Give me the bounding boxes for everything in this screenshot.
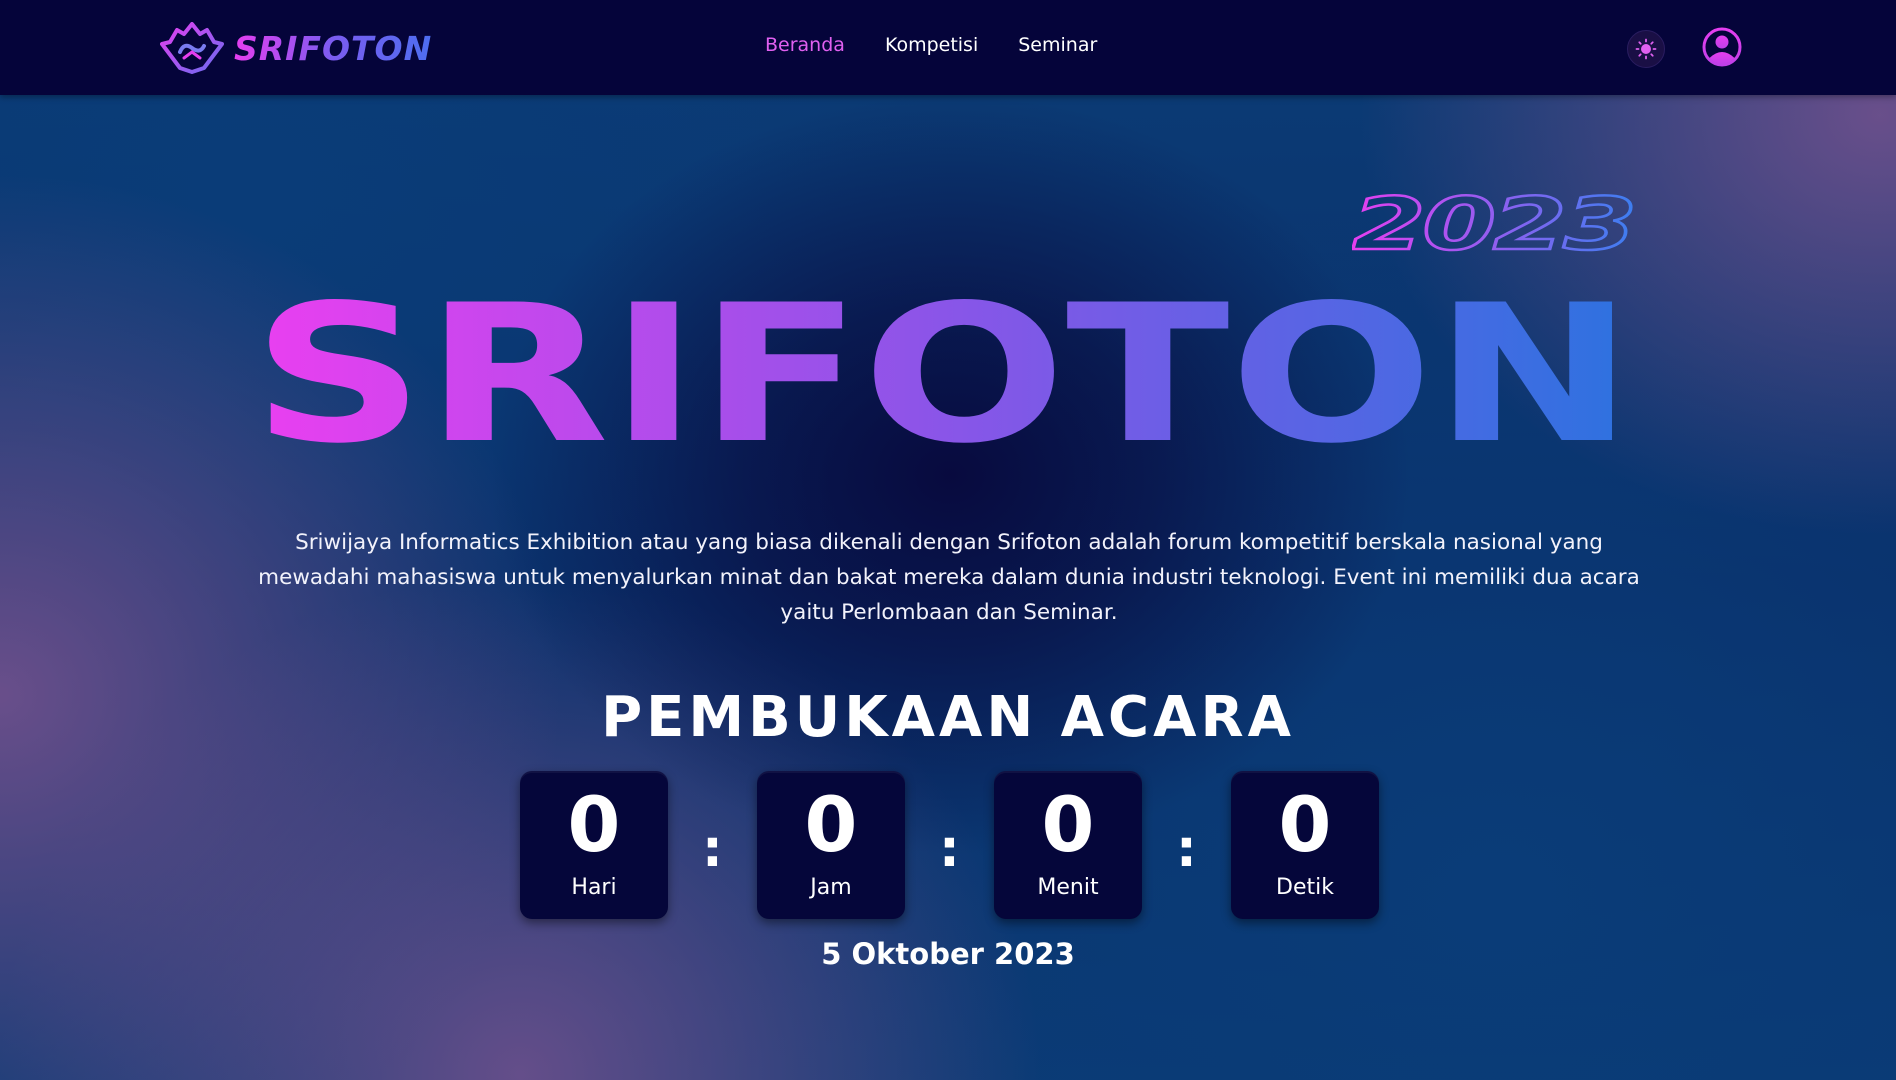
- brand-name: SRIFOTON: [234, 28, 433, 68]
- user-circle-icon: [1702, 27, 1742, 67]
- countdown-minutes-value: 0: [1041, 780, 1095, 869]
- countdown-timer: 0 Hari : 0 Jam : 0 Menit : 0 Detik: [520, 771, 1380, 919]
- countdown-days-value: 0: [567, 780, 621, 869]
- navbar: SRIFOTON Beranda Kompetisi Seminar: [0, 0, 1896, 95]
- svg-text:2023: 2023: [1352, 187, 1634, 257]
- countdown-separator: :: [702, 819, 723, 879]
- countdown-days-label: Hari: [571, 875, 617, 900]
- user-account-button[interactable]: [1702, 27, 1742, 67]
- countdown-minutes: 0 Menit: [994, 771, 1142, 919]
- hero-description: Sriwijaya Informatics Exhibition atau ya…: [258, 530, 1640, 625]
- countdown-days: 0 Hari: [520, 771, 668, 919]
- hero-title: SRIFOTON: [252, 290, 1634, 460]
- countdown-hours: 0 Jam: [757, 771, 905, 919]
- hero-section: 2023 SRIFOTON Sriwijaya Informatics Exhi…: [0, 95, 1896, 1080]
- event-date: 5 Oktober 2023: [821, 937, 1075, 971]
- countdown-separator: :: [1176, 819, 1197, 879]
- countdown-hours-label: Jam: [810, 875, 852, 900]
- countdown-hours-value: 0: [804, 780, 858, 869]
- srifoton-logo-icon: [160, 22, 224, 74]
- sun-icon: [1635, 38, 1657, 60]
- countdown-title: PEMBUKAAN ACARA: [601, 685, 1295, 750]
- nav-link-beranda[interactable]: Beranda: [765, 34, 845, 56]
- main-nav: Beranda Kompetisi Seminar: [765, 34, 1097, 56]
- countdown-seconds-value: 0: [1278, 780, 1332, 869]
- brand-logo[interactable]: SRIFOTON: [160, 22, 432, 74]
- countdown-separator: :: [939, 819, 960, 879]
- nav-link-kompetisi[interactable]: Kompetisi: [885, 34, 978, 56]
- countdown-seconds-label: Detik: [1276, 875, 1334, 900]
- countdown-minutes-label: Menit: [1037, 875, 1099, 900]
- countdown-seconds: 0 Detik: [1231, 771, 1379, 919]
- nav-link-seminar[interactable]: Seminar: [1018, 34, 1097, 56]
- year-outline-text: 2023: [1352, 187, 1637, 257]
- svg-text:SRIFOTON: SRIFOTON: [252, 290, 1634, 460]
- theme-toggle-button[interactable]: [1627, 30, 1665, 68]
